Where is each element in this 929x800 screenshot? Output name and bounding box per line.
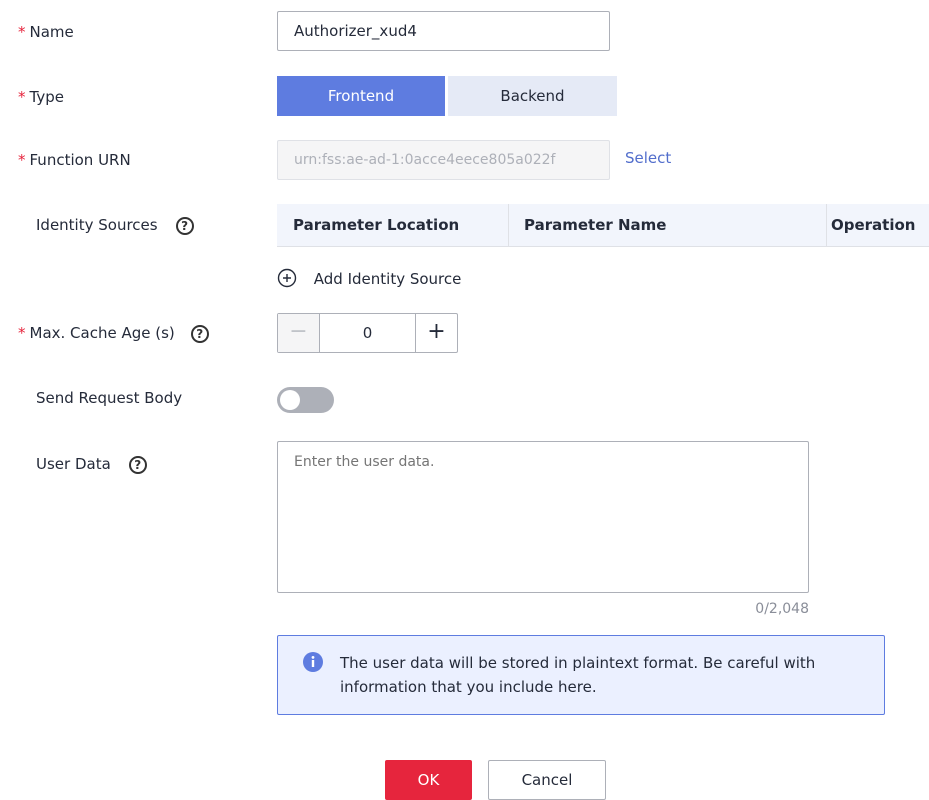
add-identity-source-button[interactable]: Add Identity Source	[277, 268, 461, 290]
toggle-knob	[280, 390, 300, 410]
cancel-button[interactable]: Cancel	[488, 760, 606, 800]
max-cache-age-input[interactable]: 0	[320, 314, 415, 352]
add-identity-source-label: Add Identity Source	[313, 270, 462, 288]
send-request-body-toggle[interactable]	[277, 387, 334, 413]
info-notice: The user data will be stored in plaintex…	[277, 635, 885, 715]
name-label: * Name	[18, 23, 74, 41]
decrement-button[interactable]: −	[278, 314, 320, 352]
info-icon	[303, 652, 323, 672]
user-data-label: User Data?	[36, 453, 147, 475]
max-cache-age-label: * Max. Cache Age (s)?	[18, 322, 209, 344]
help-icon[interactable]: ?	[190, 324, 209, 343]
function-urn-select-link[interactable]: Select	[625, 147, 671, 169]
column-divider	[826, 204, 827, 246]
help-icon[interactable]: ?	[128, 455, 147, 474]
required-star: *	[18, 324, 26, 342]
type-frontend-button[interactable]: Frontend	[277, 76, 445, 116]
column-parameter-name: Parameter Name	[524, 216, 667, 234]
column-divider	[508, 204, 509, 246]
type-backend-button[interactable]: Backend	[448, 76, 617, 116]
help-icon[interactable]: ?	[175, 216, 194, 235]
name-input[interactable]	[277, 11, 610, 51]
required-star: *	[18, 23, 26, 41]
send-request-body-label: Send Request Body	[36, 389, 183, 407]
user-data-counter: 0/2,048	[755, 601, 809, 617]
function-urn-label: * Function URN	[18, 151, 131, 169]
required-star: *	[18, 88, 26, 106]
user-data-textarea[interactable]	[277, 441, 809, 593]
required-star: *	[18, 151, 26, 169]
ok-button[interactable]: OK	[385, 760, 472, 800]
max-cache-age-stepper: − 0 +	[277, 313, 458, 353]
increment-button[interactable]: +	[415, 314, 457, 352]
column-operation: Operation	[831, 216, 916, 234]
identity-sources-label: Identity Sources?	[36, 214, 194, 236]
function-urn-input: urn:fss:ae-ad-1:0acce4eece805a022f	[277, 140, 610, 180]
column-parameter-location: Parameter Location	[293, 216, 460, 234]
info-notice-text: The user data will be stored in plaintex…	[340, 654, 816, 696]
type-label: * Type	[18, 88, 64, 106]
plus-circle-icon	[277, 268, 297, 288]
